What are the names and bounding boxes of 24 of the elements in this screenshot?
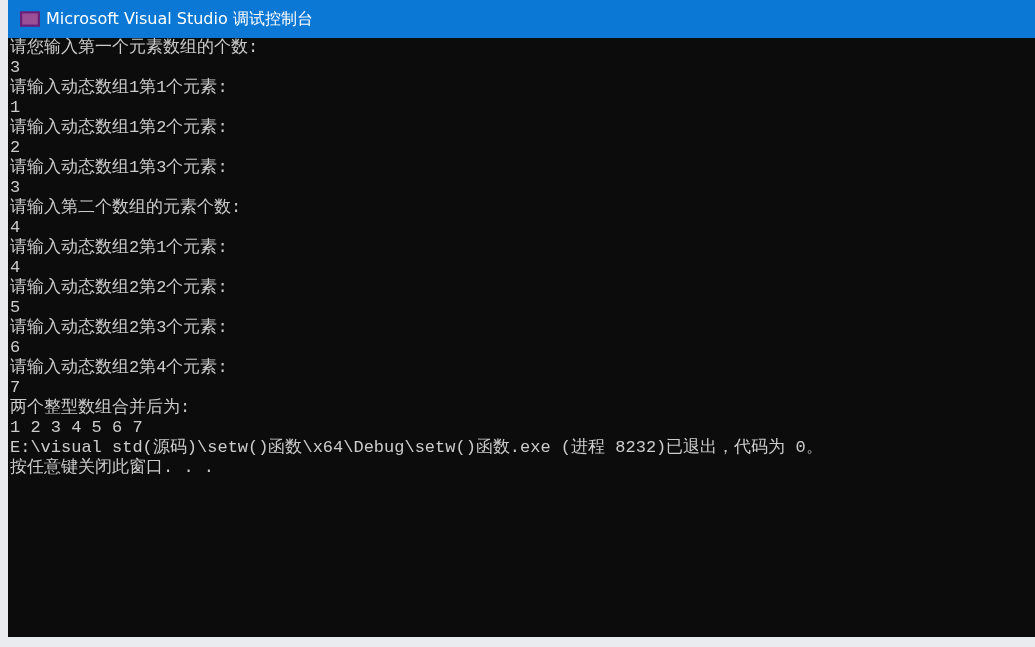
console-line: 请输入第二个数组的元素个数: xyxy=(10,198,242,218)
console-line: 6 xyxy=(10,338,21,358)
console-line: 请输入动态数组2第3个元素: xyxy=(10,318,228,338)
console-line: 3 xyxy=(10,178,21,198)
console-line: 请输入动态数组2第4个元素: xyxy=(10,358,228,378)
console-line: 1 2 3 4 5 6 7 xyxy=(10,418,143,438)
console-line: E:\visual std(源码)\setw()函数\x64\Debug\setw()函数.exe (进程 8232)已退出，代码为 0。 xyxy=(10,438,823,457)
console-line: 3 xyxy=(10,58,21,78)
console-app-icon xyxy=(20,11,40,27)
console-line: 7 xyxy=(10,378,21,398)
console-line: 1 xyxy=(10,98,21,118)
console-line: 5 xyxy=(10,298,21,318)
console-line: 4 xyxy=(10,218,21,238)
console-line: 按任意键关闭此窗口. . . xyxy=(10,458,214,478)
console-line: 请输入动态数组2第2个元素: xyxy=(10,278,228,298)
console-line: 请输入动态数组1第3个元素: xyxy=(10,158,228,178)
console-line: 请输入动态数组2第1个元素: xyxy=(10,238,228,258)
console-line: 请您输入第一个元素数组的个数: xyxy=(10,38,259,58)
console-line: 两个整型数组合并后为: xyxy=(10,398,191,418)
console-line: 请输入动态数组1第1个元素: xyxy=(10,78,228,98)
console-line: 2 xyxy=(10,138,21,158)
console-line: 请输入动态数组1第2个元素: xyxy=(10,118,228,138)
window-title: Microsoft Visual Studio 调试控制台 xyxy=(46,8,313,30)
console-line: 4 xyxy=(10,258,21,278)
